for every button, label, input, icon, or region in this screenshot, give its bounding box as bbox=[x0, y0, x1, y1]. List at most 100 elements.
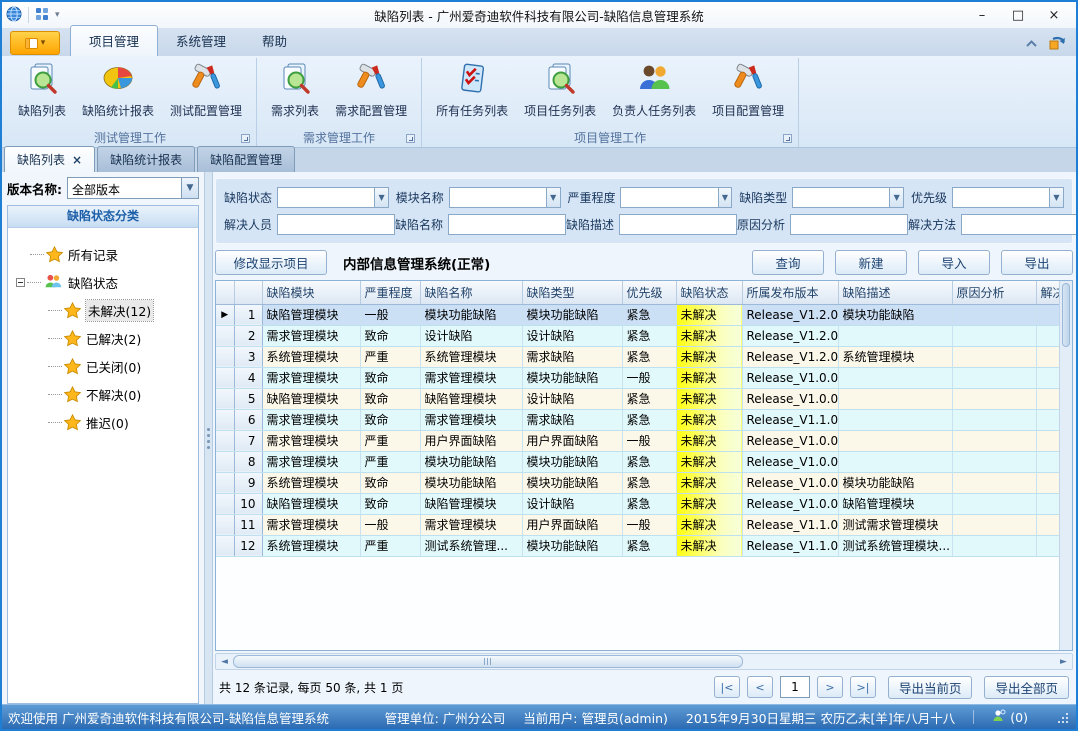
table-cell[interactable] bbox=[838, 430, 952, 451]
table-row[interactable]: 10缺陷管理模块致命缺陷管理模块设计缺陷紧急未解决Release_V1.0.0缺… bbox=[216, 493, 1059, 514]
table-cell[interactable]: 严重 bbox=[360, 451, 420, 472]
table-cell[interactable]: 紧急 bbox=[622, 388, 676, 409]
filter-value-input[interactable] bbox=[953, 188, 1049, 207]
ribbon-tab-1[interactable]: 系统管理 bbox=[158, 26, 244, 56]
table-row[interactable]: 12系统管理模块严重测试系统管理...模块功能缺陷紧急未解决Release_V1… bbox=[216, 535, 1059, 556]
table-cell[interactable]: Release_V1.1.0 bbox=[742, 514, 838, 535]
app-menu-button[interactable]: ▾ bbox=[10, 31, 60, 55]
filter-dropdown[interactable]: ▼ bbox=[449, 187, 561, 208]
table-cell[interactable]: 缺陷管理模块 bbox=[262, 493, 360, 514]
table-cell[interactable]: 缺陷管理模块 bbox=[420, 493, 522, 514]
column-header[interactable]: 缺陷名称 bbox=[420, 281, 522, 304]
table-cell[interactable]: 紧急 bbox=[622, 472, 676, 493]
ribbon-button[interactable]: 测试配置管理 bbox=[162, 58, 250, 122]
table-cell[interactable]: 严重 bbox=[360, 346, 420, 367]
table-cell[interactable]: 模块功能缺陷 bbox=[420, 451, 522, 472]
table-cell[interactable]: Release_V1.0.0 bbox=[742, 451, 838, 472]
filter-dropdown[interactable]: ▼ bbox=[952, 187, 1064, 208]
export-all-pages-button[interactable]: 导出全部页 bbox=[984, 676, 1069, 699]
maximize-button[interactable]: □ bbox=[1000, 4, 1036, 26]
table-cell[interactable]: 模块功能缺陷 bbox=[522, 367, 622, 388]
filter-input[interactable] bbox=[961, 214, 1078, 235]
table-cell[interactable]: Release_V1.0.0 bbox=[742, 388, 838, 409]
table-cell[interactable]: 严重 bbox=[360, 535, 420, 556]
table-cell[interactable]: 模块功能缺陷 bbox=[420, 304, 522, 325]
chevron-down-icon[interactable]: ▾ bbox=[55, 10, 60, 20]
table-cell[interactable] bbox=[952, 304, 1036, 325]
table-cell[interactable] bbox=[838, 451, 952, 472]
filter-dropdown[interactable]: ▼ bbox=[277, 187, 389, 208]
column-header[interactable]: 缺陷状态 bbox=[676, 281, 742, 304]
table-cell[interactable]: 系统管理模块 bbox=[838, 346, 952, 367]
table-cell[interactable]: 致命 bbox=[360, 325, 420, 346]
table-cell[interactable]: Release_V1.0.0 bbox=[742, 472, 838, 493]
table-cell[interactable]: 紧急 bbox=[622, 325, 676, 346]
table-cell[interactable] bbox=[952, 367, 1036, 388]
ribbon-button[interactable]: 项目配置管理 bbox=[704, 58, 792, 122]
table-cell[interactable]: 致命 bbox=[360, 472, 420, 493]
tree-node[interactable]: 未解决(12) bbox=[10, 296, 194, 324]
table-cell[interactable]: 模块功能缺陷 bbox=[522, 535, 622, 556]
tree-node[interactable]: 所有记录 bbox=[10, 240, 194, 268]
chevron-down-icon[interactable]: ▼ bbox=[374, 188, 388, 207]
table-cell[interactable]: 紧急 bbox=[622, 304, 676, 325]
table-row[interactable]: ▶1缺陷管理模块一般模块功能缺陷模块功能缺陷紧急未解决Release_V1.2.… bbox=[216, 304, 1059, 325]
tree-node[interactable]: 不解决(0) bbox=[10, 380, 194, 408]
vertical-scrollbar-thumb[interactable] bbox=[1062, 283, 1070, 347]
scroll-left-icon[interactable]: ◄ bbox=[216, 654, 233, 669]
import-button[interactable]: 导入 bbox=[918, 250, 990, 275]
status-cell[interactable]: 未解决 bbox=[676, 325, 742, 346]
column-header[interactable]: 严重程度 bbox=[360, 281, 420, 304]
table-cell[interactable]: 测试系统管理... bbox=[420, 535, 522, 556]
column-header[interactable]: 缺陷模块 bbox=[262, 281, 360, 304]
table-cell[interactable] bbox=[838, 388, 952, 409]
ribbon-button[interactable]: 缺陷列表 bbox=[10, 58, 74, 122]
table-row[interactable]: 9系统管理模块致命模块功能缺陷模块功能缺陷紧急未解决Release_V1.0.0… bbox=[216, 472, 1059, 493]
document-tab-0[interactable]: 缺陷列表× bbox=[4, 146, 95, 172]
table-cell[interactable]: 需求管理模块 bbox=[262, 367, 360, 388]
table-cell[interactable] bbox=[838, 325, 952, 346]
table-cell[interactable]: 测试系统管理模块... bbox=[838, 535, 952, 556]
table-cell[interactable]: 设计缺陷 bbox=[522, 493, 622, 514]
status-cell[interactable]: 未解决 bbox=[676, 409, 742, 430]
table-cell[interactable]: 系统管理模块 bbox=[262, 472, 360, 493]
ribbon-button[interactable]: 需求列表 bbox=[263, 58, 327, 122]
last-page-button[interactable]: >| bbox=[850, 676, 876, 698]
table-cell[interactable]: Release_V1.1.0 bbox=[742, 535, 838, 556]
table-row[interactable]: 3系统管理模块严重系统管理模块需求缺陷紧急未解决Release_V1.2.0系统… bbox=[216, 346, 1059, 367]
modify-columns-button[interactable]: 修改显示项目 bbox=[215, 250, 327, 275]
table-cell[interactable]: 缺陷管理模块 bbox=[262, 304, 360, 325]
ribbon-tab-2[interactable]: 帮助 bbox=[244, 26, 305, 56]
table-cell[interactable]: 模块功能缺陷 bbox=[420, 472, 522, 493]
tree-node[interactable]: 推迟(0) bbox=[10, 408, 194, 436]
minimize-button[interactable]: – bbox=[964, 4, 1000, 26]
table-cell[interactable] bbox=[1036, 325, 1059, 346]
tree-node[interactable]: 缺陷状态 bbox=[10, 268, 194, 296]
table-cell[interactable]: 紧急 bbox=[622, 346, 676, 367]
status-cell[interactable]: 未解决 bbox=[676, 367, 742, 388]
table-row[interactable]: 8需求管理模块严重模块功能缺陷模块功能缺陷紧急未解决Release_V1.0.0 bbox=[216, 451, 1059, 472]
table-cell[interactable]: 紧急 bbox=[622, 451, 676, 472]
first-page-button[interactable]: |< bbox=[714, 676, 740, 698]
table-cell[interactable]: 用户界面缺陷 bbox=[522, 514, 622, 535]
filter-value-input[interactable] bbox=[278, 215, 394, 234]
filter-input[interactable] bbox=[448, 214, 566, 235]
table-cell[interactable] bbox=[1036, 535, 1059, 556]
table-cell[interactable]: 系统管理模块 bbox=[262, 535, 360, 556]
column-header[interactable]: 缺陷类型 bbox=[522, 281, 622, 304]
filter-value-input[interactable] bbox=[620, 215, 736, 234]
filter-value-input[interactable] bbox=[791, 215, 907, 234]
table-cell[interactable]: 缺陷管理模块 bbox=[838, 493, 952, 514]
status-cell[interactable]: 未解决 bbox=[676, 304, 742, 325]
ribbon-button[interactable]: 所有任务列表 bbox=[428, 58, 516, 122]
table-cell[interactable]: 设计缺陷 bbox=[522, 325, 622, 346]
dialog-launcher-icon[interactable] bbox=[783, 134, 792, 143]
table-cell[interactable]: 需求管理模块 bbox=[420, 514, 522, 535]
column-header[interactable]: 优先级 bbox=[622, 281, 676, 304]
table-cell[interactable]: Release_V1.1.0 bbox=[742, 409, 838, 430]
table-cell[interactable]: Release_V1.0.0 bbox=[742, 367, 838, 388]
table-cell[interactable]: 模块功能缺陷 bbox=[522, 472, 622, 493]
tree-node[interactable]: 已解决(2) bbox=[10, 324, 194, 352]
next-page-button[interactable]: > bbox=[817, 676, 843, 698]
ribbon-button[interactable]: 需求配置管理 bbox=[327, 58, 415, 122]
